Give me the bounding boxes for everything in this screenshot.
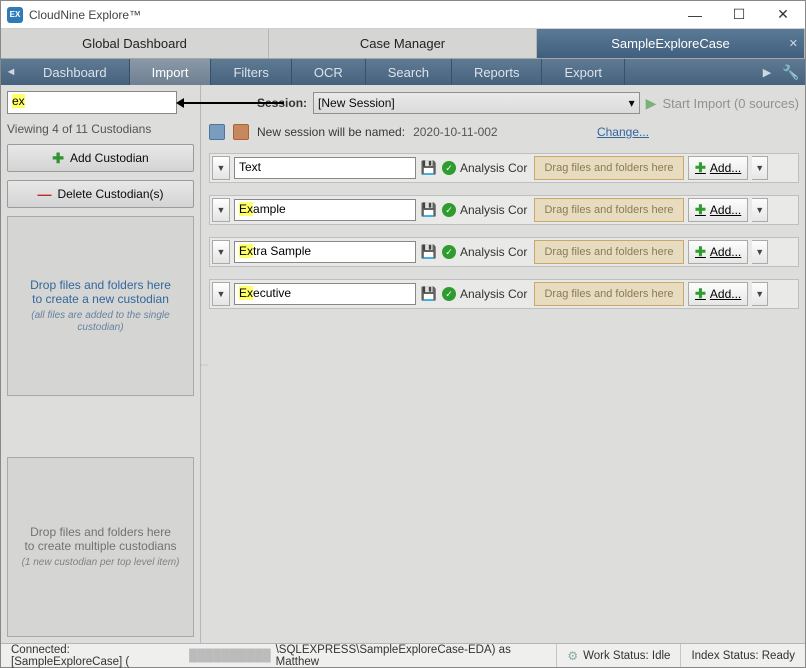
check-icon: ✓ — [442, 287, 456, 301]
tab-sample-explore-case[interactable]: SampleExploreCase ✕ — [537, 29, 805, 58]
main-panel: Session: [New Session]▾ ▶Start Import (0… — [207, 85, 805, 643]
dropzone-single[interactable]: Drop files and folders here to create a … — [7, 216, 194, 396]
statusbar: Connected: [SampleExploreCase] (████████… — [1, 643, 805, 667]
status-index: Index Status: Ready — [681, 644, 805, 667]
gear-icon: ⚙ — [567, 649, 578, 663]
plus-icon: ✚ — [695, 244, 706, 260]
nav-export[interactable]: Export — [542, 59, 625, 85]
add-dropdown[interactable]: ▼ — [752, 240, 768, 264]
add-dropdown[interactable]: ▼ — [752, 156, 768, 180]
app-title: CloudNine Explore™ — [29, 8, 673, 22]
minus-icon: — — [37, 186, 51, 202]
dropzone-multi[interactable]: Drop files and folders here to create mu… — [7, 457, 194, 637]
custodian-name-input[interactable]: Text — [234, 157, 416, 179]
plus-icon: ✚ — [52, 150, 64, 167]
new-session-label: New session will be named: — [257, 125, 405, 139]
custodian-name-input[interactable]: Example — [234, 199, 416, 221]
tab-label: SampleExploreCase — [611, 36, 730, 51]
case-tabs: Global Dashboard Case Manager SampleExpl… — [1, 29, 805, 59]
start-import-button[interactable]: ▶Start Import (0 sources) — [646, 95, 799, 112]
custodian-rows: ▼ Text 💾 ✓Analysis Cor Drag files and fo… — [209, 153, 799, 309]
add-button[interactable]: ✚Add... — [688, 156, 748, 180]
add-dropdown[interactable]: ▼ — [752, 282, 768, 306]
wrench-icon[interactable]: 🔧 — [777, 64, 805, 81]
expand-button[interactable]: ▼ — [212, 198, 230, 222]
play-icon: ▶ — [646, 95, 657, 112]
nav-reports[interactable]: Reports — [452, 59, 543, 85]
annotation-arrow — [179, 102, 284, 104]
row-dropzone[interactable]: Drag files and folders here — [534, 156, 684, 180]
expand-button[interactable]: ▼ — [212, 282, 230, 306]
add-button[interactable]: ✚Add... — [688, 240, 748, 264]
add-button[interactable]: ✚Add... — [688, 198, 748, 222]
session-dropdown[interactable]: [New Session]▾ — [313, 92, 640, 114]
custodian-row: ▼ Extra Sample 💾 ✓Analysis Cor Drag file… — [209, 237, 799, 267]
save-icon[interactable]: 💾 — [420, 159, 438, 177]
nav-filters[interactable]: Filters — [211, 59, 291, 85]
add-dropdown[interactable]: ▼ — [752, 198, 768, 222]
custodian-name-input[interactable]: Executive — [234, 283, 416, 305]
custodian-name-input[interactable]: Extra Sample — [234, 241, 416, 263]
tab-label: Case Manager — [360, 36, 445, 51]
check-icon: ✓ — [442, 245, 456, 259]
expand-button[interactable]: ▼ — [212, 156, 230, 180]
analysis-status: ✓Analysis Cor — [442, 245, 530, 259]
new-session-name: 2020-10-11-002 — [413, 125, 498, 139]
nav-import[interactable]: Import — [130, 59, 212, 85]
change-link[interactable]: Change... — [597, 125, 649, 139]
row-dropzone[interactable]: Drag files and folders here — [534, 198, 684, 222]
session-icon-2[interactable] — [233, 124, 249, 140]
window-controls: — ☐ ✕ — [673, 1, 805, 29]
new-session-row: New session will be named: 2020-10-11-00… — [209, 121, 799, 143]
check-icon: ✓ — [442, 161, 456, 175]
app-icon: EX — [7, 7, 23, 23]
save-icon[interactable]: 💾 — [420, 243, 438, 261]
tab-case-manager[interactable]: Case Manager — [269, 29, 537, 58]
nav-scroll-left[interactable]: ◄ — [1, 66, 21, 78]
custodian-filter-input[interactable]: ex — [7, 91, 177, 114]
session-icon-1[interactable] — [209, 124, 225, 140]
minimize-button[interactable]: — — [673, 1, 717, 29]
status-connection: Connected: [SampleExploreCase] (████████… — [1, 644, 557, 667]
row-dropzone[interactable]: Drag files and folders here — [534, 240, 684, 264]
custodian-row: ▼ Example 💾 ✓Analysis Cor Drag files and… — [209, 195, 799, 225]
row-dropzone[interactable]: Drag files and folders here — [534, 282, 684, 306]
save-icon[interactable]: 💾 — [420, 201, 438, 219]
status-work: ⚙Work Status: Idle — [557, 644, 681, 667]
plus-icon: ✚ — [695, 160, 706, 176]
add-button[interactable]: ✚Add... — [688, 282, 748, 306]
add-custodian-button[interactable]: ✚Add Custodian — [7, 144, 194, 172]
plus-icon: ✚ — [695, 202, 706, 218]
analysis-status: ✓Analysis Cor — [442, 287, 530, 301]
save-icon[interactable]: 💾 — [420, 285, 438, 303]
custodian-row: ▼ Executive 💾 ✓Analysis Cor Drag files a… — [209, 279, 799, 309]
plus-icon: ✚ — [695, 286, 706, 302]
tab-label: Global Dashboard — [82, 36, 187, 51]
expand-button[interactable]: ▼ — [212, 240, 230, 264]
session-row: Session: [New Session]▾ ▶Start Import (0… — [209, 91, 799, 115]
left-panel: ex Viewing 4 of 11 Custodians ✚Add Custo… — [1, 85, 201, 643]
close-icon[interactable]: ✕ — [789, 37, 798, 50]
custodian-row: ▼ Text 💾 ✓Analysis Cor Drag files and fo… — [209, 153, 799, 183]
workspace: ex Viewing 4 of 11 Custodians ✚Add Custo… — [1, 85, 805, 643]
tab-global-dashboard[interactable]: Global Dashboard — [1, 29, 269, 58]
nav-ocr[interactable]: OCR — [292, 59, 366, 85]
viewing-count: Viewing 4 of 11 Custodians — [7, 122, 194, 136]
nav-search[interactable]: Search — [366, 59, 452, 85]
nav-dashboard[interactable]: Dashboard — [21, 59, 130, 85]
analysis-status: ✓Analysis Cor — [442, 203, 530, 217]
check-icon: ✓ — [442, 203, 456, 217]
titlebar: EX CloudNine Explore™ — ☐ ✕ — [1, 1, 805, 29]
nav-scroll-right[interactable]: ▶ — [757, 66, 777, 79]
analysis-status: ✓Analysis Cor — [442, 161, 530, 175]
close-button[interactable]: ✕ — [761, 1, 805, 29]
delete-custodian-button[interactable]: —Delete Custodian(s) — [7, 180, 194, 208]
chevron-down-icon: ▾ — [629, 96, 635, 110]
maximize-button[interactable]: ☐ — [717, 1, 761, 29]
nav-ribbon: ◄ Dashboard Import Filters OCR Search Re… — [1, 59, 805, 85]
